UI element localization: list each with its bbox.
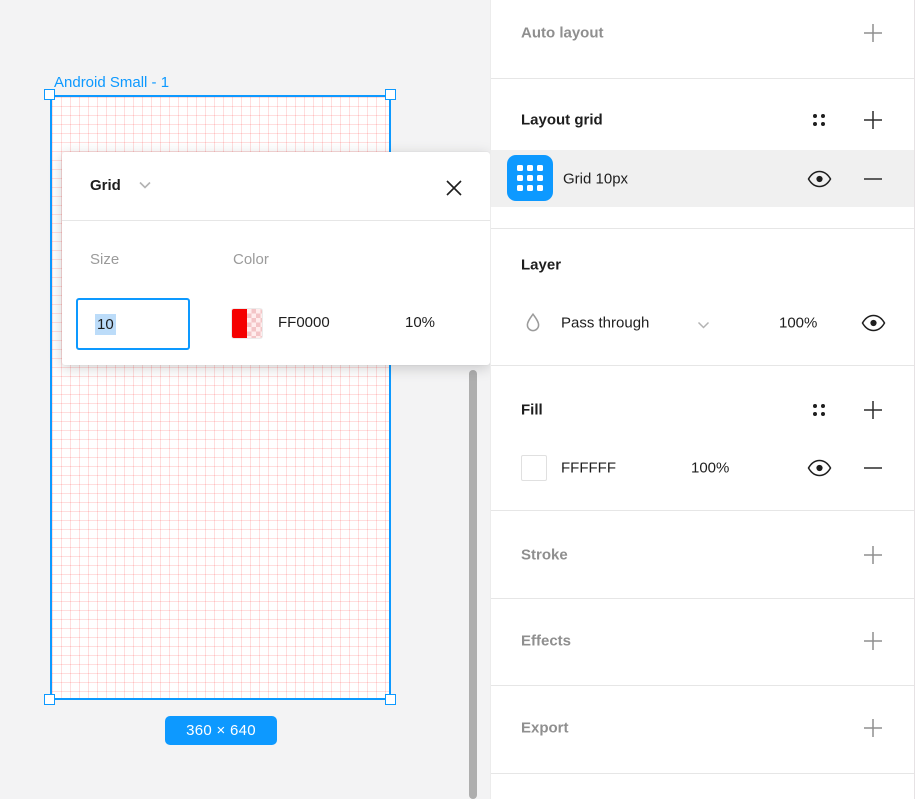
close-icon[interactable] xyxy=(440,174,468,202)
layer-visibility-eye-icon[interactable] xyxy=(860,310,886,336)
chevron-down-icon[interactable] xyxy=(138,180,152,190)
blend-mode-value[interactable]: Pass through xyxy=(561,315,649,332)
frame-title[interactable]: Android Small - 1 xyxy=(54,74,169,91)
properties-panel: Auto layout Layout grid Grid 10px Layer … xyxy=(490,0,919,799)
divider xyxy=(491,78,914,79)
section-fill-title: Fill xyxy=(521,401,543,419)
blend-mode-droplet-icon[interactable] xyxy=(520,310,546,336)
grid-color-swatch[interactable] xyxy=(232,309,262,338)
layout-grid-row-label[interactable]: Grid 10px xyxy=(563,171,628,188)
section-export-title: Export xyxy=(521,719,569,737)
grid-settings-popup: Grid Size Color 10 FF0000 10% xyxy=(62,152,490,365)
divider xyxy=(491,685,914,686)
divider xyxy=(491,510,914,511)
selection-handle-bottom-right[interactable] xyxy=(385,694,396,705)
grid-color-opacity[interactable]: 10% xyxy=(405,314,435,331)
fill-opacity-value[interactable]: 100% xyxy=(691,460,729,477)
add-auto-layout-button[interactable] xyxy=(860,20,886,46)
canvas-vertical-scrollbar[interactable] xyxy=(469,370,477,799)
remove-grid-button[interactable] xyxy=(860,166,886,192)
grid-styles-icon[interactable] xyxy=(806,107,832,133)
chevron-down-icon[interactable] xyxy=(690,312,716,338)
add-effect-button[interactable] xyxy=(860,628,886,654)
add-export-button[interactable] xyxy=(860,715,886,741)
divider xyxy=(491,228,914,229)
grid-type-icon[interactable] xyxy=(507,155,553,201)
grid-type-dropdown-label[interactable]: Grid xyxy=(90,177,121,194)
size-label: Size xyxy=(90,251,120,268)
remove-fill-button[interactable] xyxy=(860,455,886,481)
section-effects-title: Effects xyxy=(521,632,572,650)
grid-visibility-eye-icon[interactable] xyxy=(806,166,832,192)
layout-grid-row[interactable]: Grid 10px xyxy=(491,150,914,207)
canvas[interactable]: Android Small - 1 360 × 640 Grid Size Co… xyxy=(0,0,490,799)
section-layout-grid-title: Layout grid xyxy=(521,111,603,129)
grid-color-hex[interactable]: FF0000 xyxy=(278,314,330,331)
panel-scrollbar-track-edge xyxy=(914,0,915,799)
add-layout-grid-button[interactable] xyxy=(860,107,886,133)
fill-visibility-eye-icon[interactable] xyxy=(806,455,832,481)
selection-handle-bottom-left[interactable] xyxy=(44,694,55,705)
fill-styles-icon[interactable] xyxy=(806,397,832,423)
add-stroke-button[interactable] xyxy=(860,542,886,568)
color-label: Color xyxy=(233,251,269,268)
figma-window: Android Small - 1 360 × 640 Grid Size Co… xyxy=(0,0,919,799)
color-swatch-alpha-half xyxy=(247,309,262,338)
divider xyxy=(491,773,914,774)
grid-size-value: 10 xyxy=(95,313,116,335)
add-fill-button[interactable] xyxy=(860,397,886,423)
popup-header: Grid xyxy=(62,152,490,221)
section-auto-layout-title: Auto layout xyxy=(521,24,604,42)
grid-size-input[interactable]: 10 xyxy=(76,298,190,350)
layer-opacity-value[interactable]: 100% xyxy=(779,315,817,332)
divider xyxy=(491,365,914,366)
section-stroke-title: Stroke xyxy=(521,546,568,564)
frame-size-badge: 360 × 640 xyxy=(165,716,277,745)
selection-handle-top-left[interactable] xyxy=(44,89,55,100)
fill-color-swatch[interactable] xyxy=(521,455,547,481)
fill-hex-value[interactable]: FFFFFF xyxy=(561,460,616,477)
section-layer-title: Layer xyxy=(521,256,562,274)
divider xyxy=(491,598,914,599)
selection-handle-top-right[interactable] xyxy=(385,89,396,100)
color-swatch-solid-half xyxy=(232,309,247,338)
